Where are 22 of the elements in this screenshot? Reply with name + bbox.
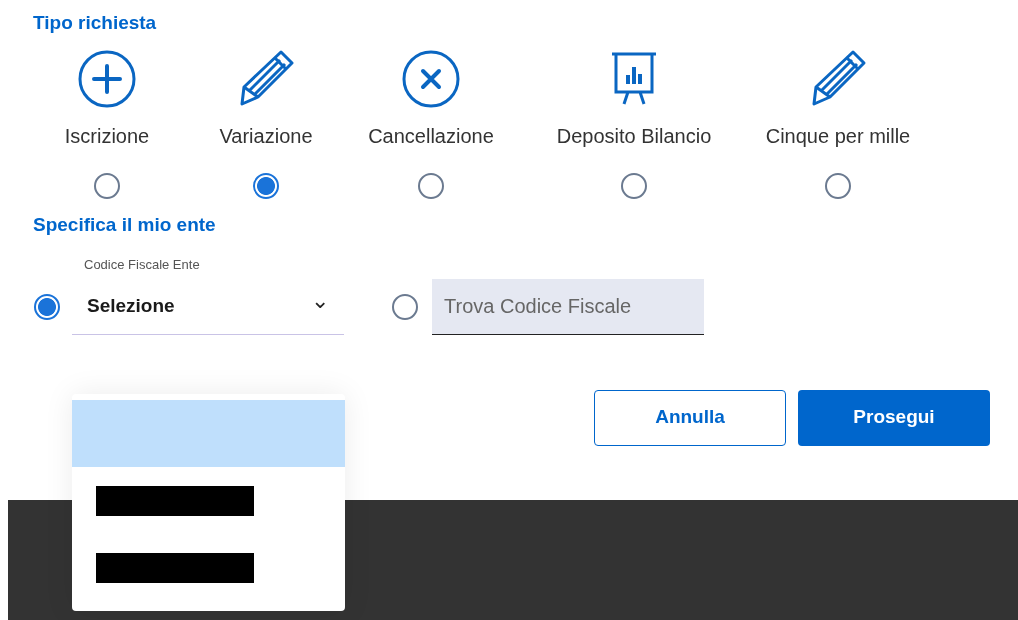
radio-button[interactable] bbox=[825, 173, 851, 199]
option-label: Variazione bbox=[219, 124, 313, 149]
section-heading: Specifica il mio ente bbox=[33, 213, 217, 237]
option-label: Iscrizione bbox=[64, 124, 150, 149]
search-field[interactable]: Trova Codice Fiscale bbox=[432, 278, 704, 335]
close-icon bbox=[401, 49, 461, 109]
option-label: Deposito Bilancio bbox=[556, 124, 712, 149]
plus-icon bbox=[77, 49, 137, 109]
field-label: Codice Fiscale Ente bbox=[84, 256, 201, 274]
radio-button[interactable] bbox=[253, 173, 279, 199]
section-heading: Tipo richiesta bbox=[33, 11, 158, 35]
radio-button[interactable] bbox=[34, 293, 60, 320]
proceed-button[interactable]: Prosegui bbox=[798, 389, 990, 446]
radio-button[interactable] bbox=[621, 173, 647, 199]
radio-button[interactable] bbox=[418, 173, 444, 199]
cancel-button[interactable]: Annulla bbox=[594, 389, 786, 446]
option-label: Cancellazione bbox=[368, 124, 494, 149]
option-label: Cinque per mille bbox=[765, 124, 911, 149]
caret-icon: ⌄ bbox=[311, 290, 329, 312]
dropdown-option[interactable] bbox=[72, 467, 345, 534]
radio-button[interactable] bbox=[392, 293, 418, 320]
radio-button[interactable] bbox=[94, 173, 120, 199]
